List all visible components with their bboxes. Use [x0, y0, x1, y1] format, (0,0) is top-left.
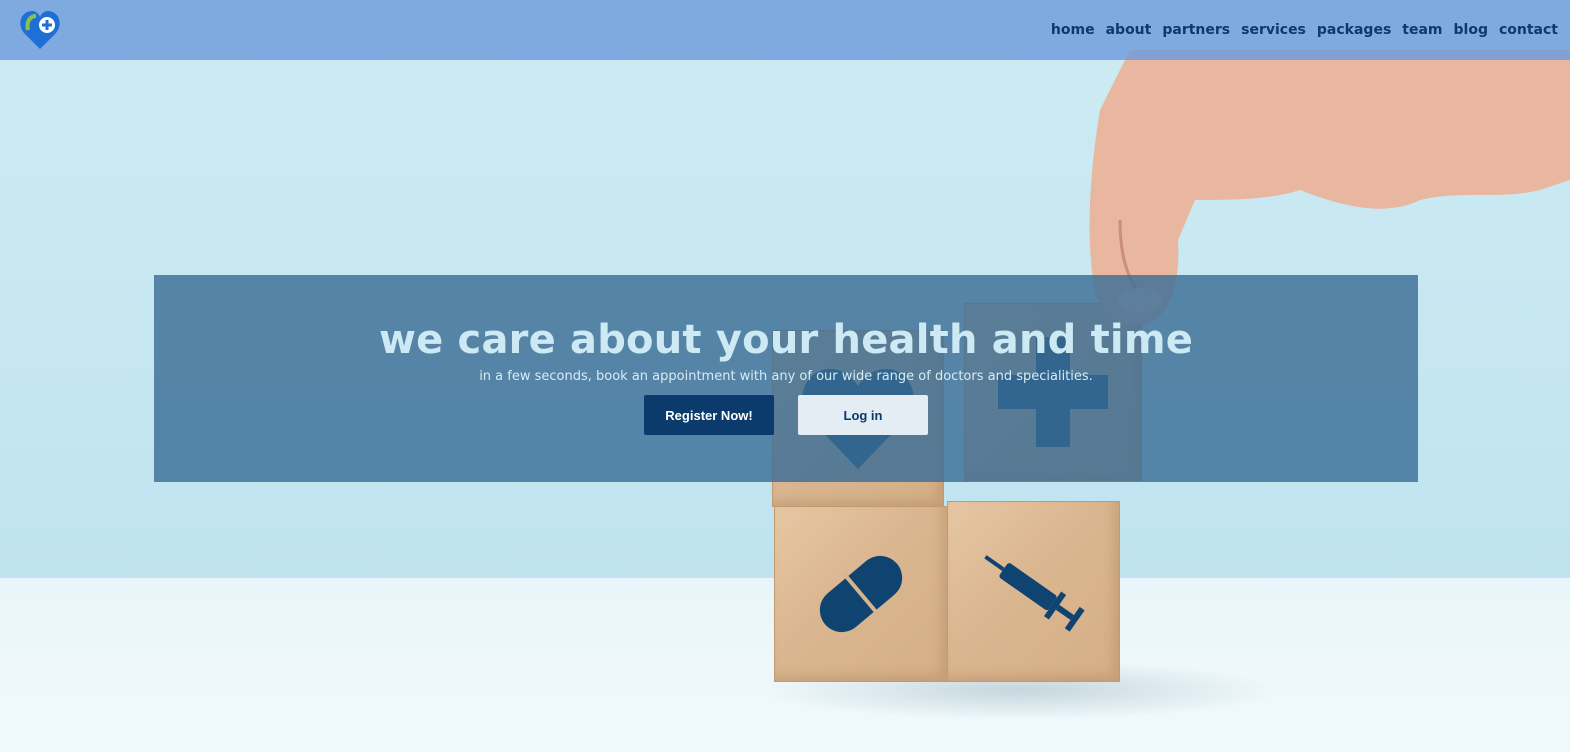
hero-actions: Register Now! Log in [154, 395, 1418, 435]
main-nav: home about partners services packages te… [1051, 0, 1558, 60]
top-navbar: home about partners services packages te… [0, 0, 1570, 60]
wooden-block-pill [774, 506, 948, 682]
nav-services[interactable]: services [1241, 22, 1306, 38]
hero-title: we care about your health and time [378, 317, 1194, 363]
nav-about[interactable]: about [1106, 22, 1152, 38]
login-button[interactable]: Log in [798, 395, 928, 435]
nav-packages[interactable]: packages [1317, 22, 1391, 38]
nav-contact[interactable]: contact [1499, 22, 1558, 38]
register-button[interactable]: Register Now! [644, 395, 774, 435]
nav-home[interactable]: home [1051, 22, 1095, 38]
nav-partners[interactable]: partners [1162, 22, 1230, 38]
heart-plus-icon[interactable] [18, 8, 62, 52]
wooden-block-syringe [947, 501, 1120, 682]
pill-icon [819, 555, 903, 633]
nav-team[interactable]: team [1402, 22, 1442, 38]
hero-subtitle: in a few seconds, book an appointment wi… [479, 369, 1093, 384]
nav-blog[interactable]: blog [1454, 22, 1488, 38]
hero-banner: we care about your health and time in a … [154, 275, 1418, 482]
syringe-icon [983, 554, 1085, 632]
